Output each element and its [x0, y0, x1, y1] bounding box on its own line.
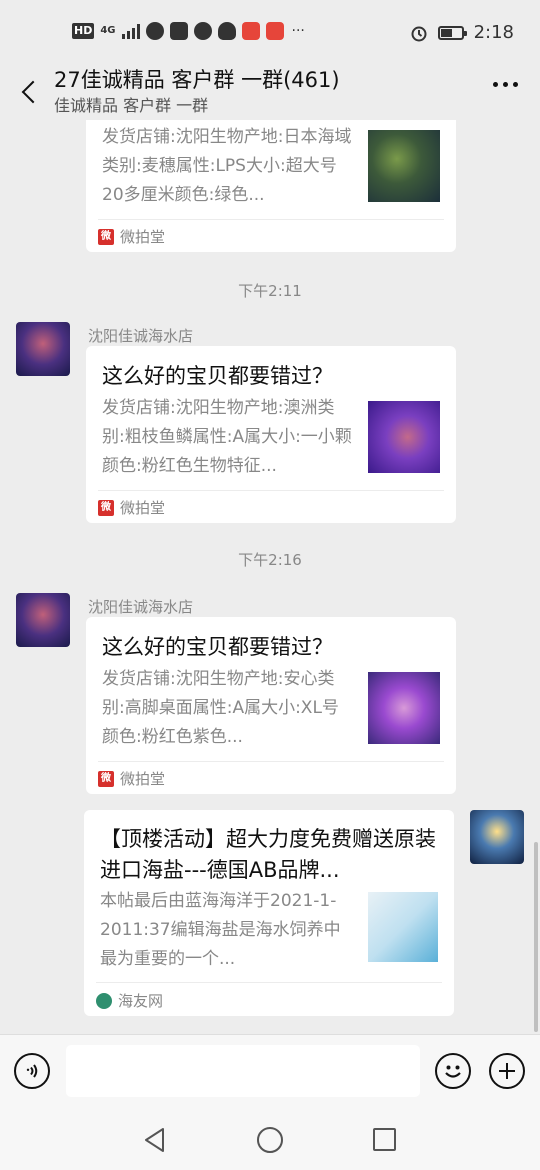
message-input[interactable]: [66, 1045, 420, 1097]
chat-header: 27佳诚精品 客户群 一群(461) 佳诚精品 客户群 一群: [0, 64, 540, 120]
status-right: 2:18: [410, 22, 514, 43]
sender-name: 沈阳佳诚海水店: [88, 327, 194, 345]
back-arrow-icon: [21, 80, 45, 104]
my-avatar[interactable]: [470, 810, 524, 864]
more-notifications-icon: ···: [291, 23, 305, 39]
card-divider: [98, 490, 444, 491]
card-divider: [98, 761, 444, 762]
card-description: 本帖最后由蓝海海洋于2021-1-2011:37编辑海盐是海水饲养中最为重要的一…: [100, 891, 341, 969]
voice-icon: [26, 1064, 38, 1078]
status-bar: HD 4G ··· 2:18: [0, 0, 540, 64]
sender-avatar[interactable]: [16, 322, 70, 376]
card-source-name: 海友网: [118, 992, 164, 1010]
card-description: 发货店铺:沈阳生物产地:日本海域类别:麦穗属性:LPS大小:超大号20多厘米颜色…: [102, 127, 352, 205]
card-title: 【顶楼活动】超大力度免费赠送原装进口海盐---德国AB品牌...: [100, 827, 436, 882]
card-title: 这么好的宝贝都要错过？: [102, 635, 333, 659]
emoji-button[interactable]: [435, 1053, 471, 1089]
clock: 2:18: [473, 22, 514, 43]
more-actions-button[interactable]: [489, 1053, 525, 1089]
sender-avatar[interactable]: [16, 593, 70, 647]
salt-thumbnail: [368, 892, 438, 962]
chat-title: 27佳诚精品 客户群 一群(461): [54, 68, 340, 92]
nav-home-icon[interactable]: [257, 1127, 283, 1153]
card-source: 微微拍堂: [98, 226, 165, 247]
nav-recents-icon[interactable]: [373, 1128, 396, 1151]
back-button[interactable]: [12, 70, 48, 114]
chat-messages[interactable]: 发货店铺:沈阳生物产地:日本海域类别:麦穗属性:LPS大小:超大号20多厘米颜色…: [0, 120, 540, 1034]
link-card[interactable]: 这么好的宝贝都要错过？ 发货店铺:沈阳生物产地:安心类别:高脚桌面属性:A属大小…: [86, 617, 456, 794]
card-description: 发货店铺:沈阳生物产地:安心类别:高脚桌面属性:A属大小:XL号颜色:粉红色紫色…: [102, 669, 339, 747]
network-type: 4G: [100, 25, 116, 36]
signal-bars-icon: [121, 23, 140, 39]
battery-icon: [437, 25, 467, 40]
sender-name: 沈阳佳诚海水店: [88, 598, 194, 616]
qq-notification-icon: [217, 22, 236, 40]
card-source: 微微拍堂: [98, 497, 165, 518]
alarm-icon: [411, 26, 427, 41]
haiyou-logo-icon: [96, 992, 112, 1009]
link-card[interactable]: 这么好的宝贝都要错过？ 发货店铺:沈阳生物产地:澳洲类别:粗枝鱼鳞属性:A属大小…: [86, 346, 456, 523]
coral-thumbnail: [368, 130, 440, 202]
mail-notification-icon: [169, 22, 188, 40]
card-source: 微微拍堂: [98, 768, 165, 789]
card-description: 发货店铺:沈阳生物产地:澳洲类别:粗枝鱼鳞属性:A属大小:一小颗颜色:粉红色生物…: [102, 398, 352, 476]
timestamp: 下午2:11: [238, 282, 302, 300]
system-nav-bar: [0, 1112, 540, 1170]
timestamp: 下午2:16: [238, 551, 302, 569]
weipaitang-logo-icon: 微: [98, 228, 114, 245]
card-source: 海友网: [96, 990, 163, 1011]
weipaitang-logo-icon: 微: [98, 499, 114, 516]
input-bar: [0, 1034, 540, 1112]
app-notification-icon: [145, 22, 164, 40]
coral-thumbnail: [368, 401, 440, 473]
link-card[interactable]: 【顶楼活动】超大力度免费赠送原装进口海盐---德国AB品牌... 本帖最后由蓝海…: [84, 810, 454, 1016]
weipaitang-logo-icon: 微: [98, 770, 114, 787]
app-notification-icon: [193, 22, 212, 40]
link-card[interactable]: 发货店铺:沈阳生物产地:日本海域类别:麦穗属性:LPS大小:超大号20多厘米颜色…: [86, 120, 456, 252]
more-options-button[interactable]: [493, 82, 518, 87]
coral-thumbnail: [368, 672, 440, 744]
emoji-icon: [445, 1065, 461, 1078]
app-notification-icon: [241, 22, 260, 40]
chat-subtitle: 佳诚精品 客户群 一群: [54, 96, 209, 115]
status-left: HD 4G ···: [72, 22, 305, 40]
chat-scrollbar[interactable]: [534, 842, 538, 1032]
card-source-name: 微拍堂: [120, 770, 166, 788]
card-source-name: 微拍堂: [120, 228, 166, 246]
hd-badge: HD: [72, 23, 95, 39]
app-notification-icon: [265, 22, 284, 40]
card-divider: [96, 982, 442, 983]
card-divider: [98, 219, 444, 220]
voice-button[interactable]: [14, 1053, 50, 1089]
card-title: 这么好的宝贝都要错过？: [102, 364, 333, 388]
card-source-name: 微拍堂: [120, 499, 166, 517]
nav-back-icon[interactable]: [143, 1127, 167, 1153]
